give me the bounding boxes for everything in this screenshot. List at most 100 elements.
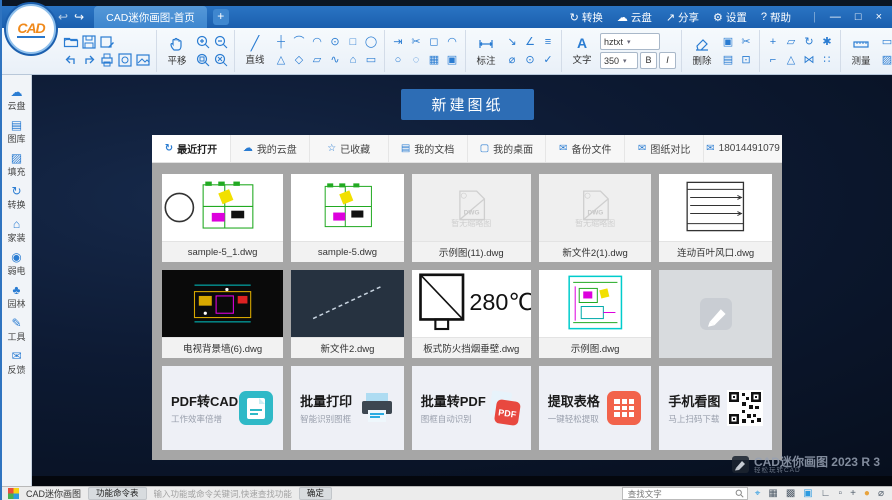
tab-backup-files[interactable]: ✉备份文件 [546,135,625,162]
maximize-button[interactable]: □ [855,11,862,23]
file-card[interactable]: 电视背景墙(6).dwg [162,270,283,358]
osnap-icon[interactable]: ▣ [803,489,812,499]
command-table-button[interactable]: 功能命令表 [88,487,147,500]
hatch-tool-icon[interactable]: ▦ [426,52,442,68]
mirror-tool-icon[interactable]: ⋈ [801,52,817,68]
diameter-dim-tool-icon[interactable]: ⌀ [504,52,520,68]
point-tool-icon[interactable]: ┼ [273,34,289,50]
sidebar-item-landscape[interactable]: ♣园林 [7,283,25,310]
save-as-icon[interactable] [99,34,115,50]
offset-tool-icon[interactable]: ⌐ [765,52,781,68]
zoom-window-icon[interactable] [195,52,211,68]
color-ball-icon[interactable]: ● [864,489,870,499]
clean-screen-icon[interactable]: ⌀ [878,489,884,499]
viewport-tool-icon[interactable]: ▭ [879,34,892,50]
grid-icon[interactable]: ▦ [768,489,777,499]
file-card[interactable]: 连动百叶风口.dwg [659,174,772,262]
file-card[interactable]: sample-5_1.dwg [162,174,283,262]
convert-button[interactable]: ↻ 转换 [570,10,603,25]
array-tool-icon[interactable]: ∷ [819,52,835,68]
settings-button[interactable]: ⚙ 设置 [713,10,747,25]
new-drawing-button[interactable]: 新建图纸 [401,89,534,120]
file-card[interactable]: DWG 暂无缩略图 新文件2(1).dwg [539,174,652,262]
tab-account[interactable]: ✉18014491079 [704,135,782,162]
measure-button[interactable]: 测量 [846,36,876,67]
move-tool-icon[interactable]: + [765,34,781,50]
find-text-input[interactable] [626,488,732,500]
fillet-tool-icon[interactable]: ◠ [444,34,460,50]
tolerance-tool-icon[interactable]: ✓ [540,52,556,68]
forward-arrow-icon[interactable]: ↪ [74,10,84,24]
triangle-tool-icon[interactable]: △ [273,52,289,68]
zoom-in-icon[interactable] [195,34,211,50]
home-shape-tool-icon[interactable]: ⌂ [345,52,361,68]
radius-dim-tool-icon[interactable]: ⊙ [522,52,538,68]
insert-image-icon[interactable] [135,52,151,68]
angle-dim-tool-icon[interactable]: ∠ [522,34,538,50]
help-button[interactable]: ? 帮助 [761,10,791,25]
rect-wide-tool-icon[interactable]: ▭ [363,52,379,68]
scissors-tool-icon[interactable]: ✂ [408,34,424,50]
explode-tool-icon[interactable]: ✱ [819,34,835,50]
feature-card-batch-to-pdf[interactable]: 批量转PDF 图框自动识别 PDF [412,366,531,450]
zoom-extents-icon[interactable] [213,52,229,68]
open-folder-icon[interactable] [63,34,79,50]
cloud-button[interactable]: ☁ 云盘 [617,10,652,25]
rotate-tool-icon[interactable]: ↻ [801,34,817,50]
file-card[interactable]: sample-5.dwg [291,174,404,262]
sidebar-item-tools[interactable]: ✎工具 [7,316,25,343]
dimension-button[interactable]: 标注 [471,36,501,67]
feature-card-pdf-to-cad[interactable]: PDF转CAD 工作效率倍增 [162,366,283,450]
close-button[interactable]: × [876,11,882,23]
italic-button[interactable]: I [659,52,676,69]
file-card[interactable]: 示例图.dwg [539,270,652,358]
crosshair-icon[interactable]: + [850,489,856,499]
tab-favorites[interactable]: ☆已收藏 [310,135,389,162]
minimize-button[interactable]: — [830,11,841,23]
chamfer-tool-icon[interactable]: ◻ [426,34,442,50]
erase-button[interactable]: 删除 [687,36,717,67]
dot-grid-icon[interactable]: ▩ [786,489,795,499]
app-logo[interactable]: CAD [6,4,56,54]
save-icon[interactable] [81,34,97,50]
ellipse-tool-icon[interactable]: ◠ [309,34,325,50]
undo-icon[interactable] [63,52,79,68]
rectangle-tool-icon[interactable]: □ [345,34,361,50]
paste-tool-icon[interactable]: ▤ [720,52,736,68]
trim-tool-icon[interactable]: ⇥ [390,34,406,50]
block-tool-icon[interactable]: ▣ [444,52,460,68]
pan-button[interactable]: 平移 [162,36,192,67]
file-card[interactable]: DWG 暂无缩略图 示例图(11).dwg [412,174,531,262]
revision-cloud-tool-icon[interactable]: ◌ [408,52,424,68]
arc-tool-icon[interactable]: ⌒ [291,34,307,50]
tab-my-cloud[interactable]: ☁我的云盘 [231,135,310,162]
circle-tool-icon[interactable]: ◯ [363,34,379,50]
cut-tool-icon[interactable]: ✂ [738,34,754,50]
object-snap-icon[interactable]: ⌖ [755,489,761,499]
linear-dim-tool-icon[interactable]: ≡ [540,34,556,50]
file-card[interactable]: 新文件2.dwg [291,270,404,358]
tab-drawing-compare[interactable]: ✉图纸对比 [625,135,704,162]
share-button[interactable]: ↗ 分享 [666,10,699,25]
sidebar-item-electrical[interactable]: ◉弱电 [7,250,25,277]
font-family-select[interactable]: hztxt ▾ [600,33,660,50]
donut-tool-icon[interactable]: ○ [390,52,406,68]
sidebar-item-home-decor[interactable]: ⌂家装 [7,217,25,244]
tab-recent[interactable]: ↻最近打开 [152,135,231,162]
tab-my-documents[interactable]: ▤我的文档 [389,135,468,162]
document-tab[interactable]: CAD迷你画图-首页 [94,6,207,28]
command-line-strip[interactable] [32,476,892,486]
ok-button[interactable]: 确定 [299,487,332,500]
polygon-tool-icon[interactable]: ◇ [291,52,307,68]
sidebar-item-cloud[interactable]: ☁云盘 [7,85,25,112]
sidebar-item-hatch[interactable]: ▨填充 [7,151,25,178]
feature-card-mobile-view[interactable]: 手机看图 马上扫码下载 [659,366,772,450]
stretch-tool-icon[interactable]: △ [783,52,799,68]
zoom-out-icon[interactable] [213,34,229,50]
tab-my-desktop[interactable]: ▢我的桌面 [468,135,547,162]
scale-tool-icon[interactable]: ▱ [783,34,799,50]
leader-tool-icon[interactable]: ↘ [504,34,520,50]
print-preview-icon[interactable] [117,52,133,68]
feature-card-batch-print[interactable]: 批量打印 智能识别图框 [291,366,404,450]
bold-button[interactable]: B [640,52,657,69]
